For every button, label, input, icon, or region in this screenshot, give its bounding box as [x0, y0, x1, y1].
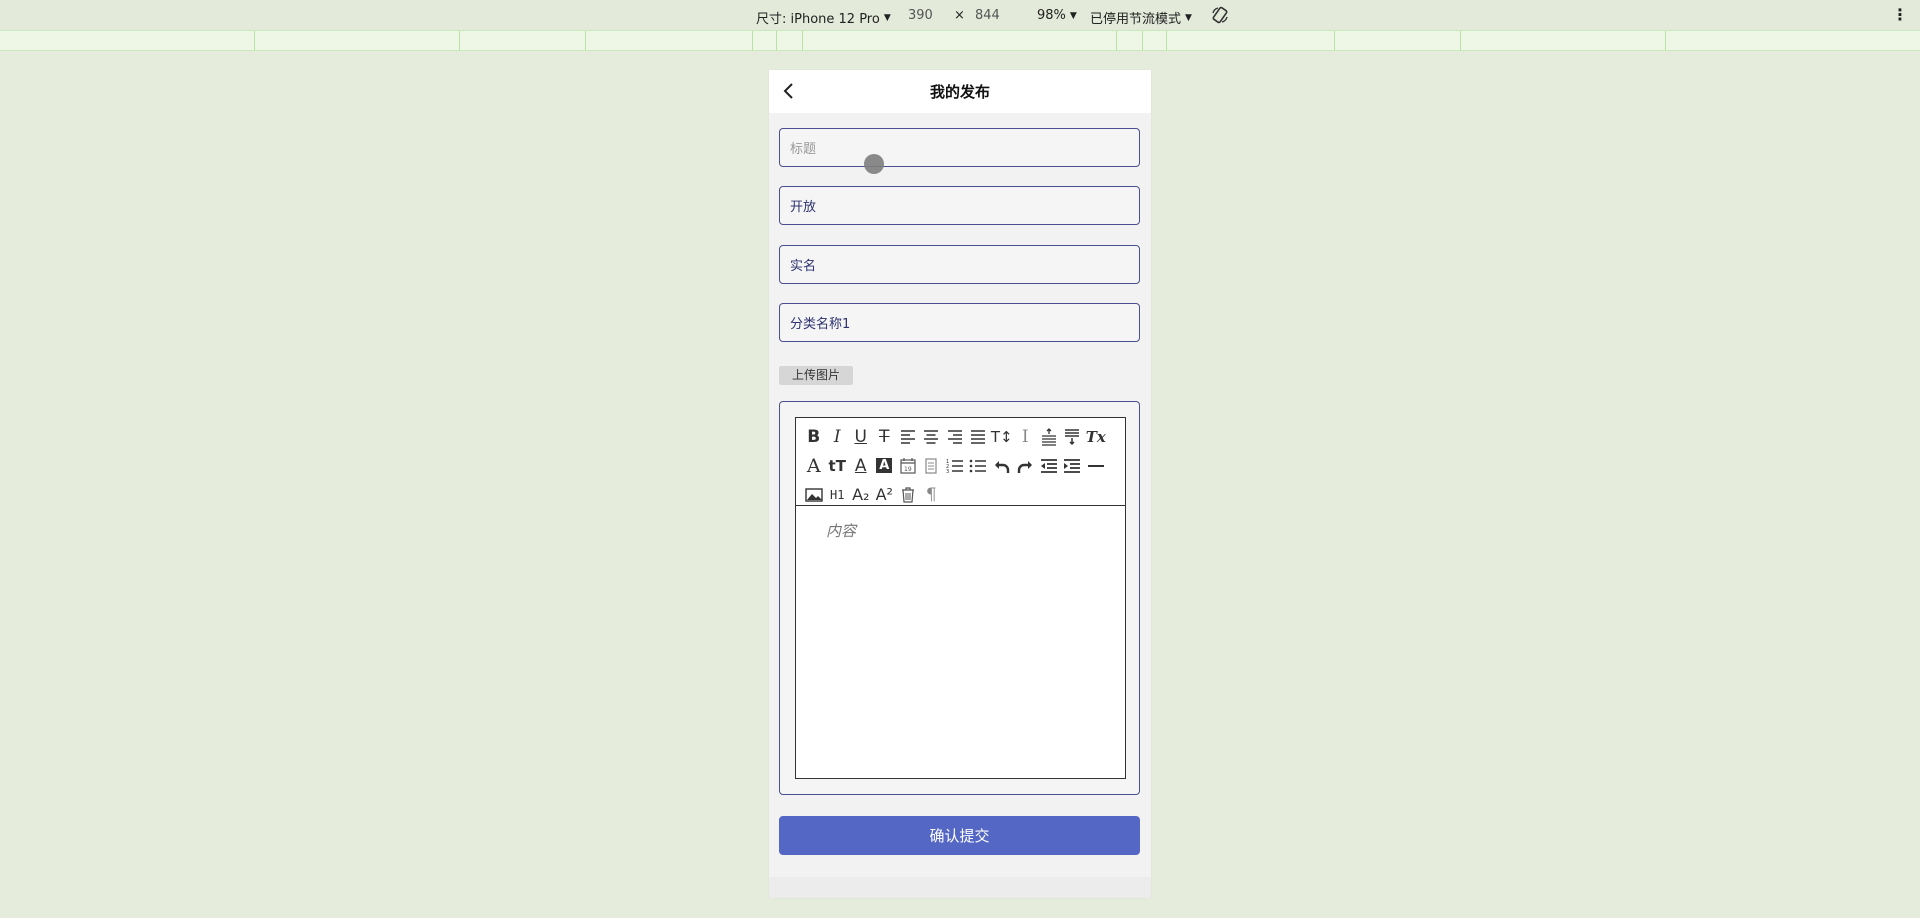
undo-icon[interactable]: [990, 451, 1014, 480]
ordered-list-icon[interactable]: 123: [943, 451, 967, 480]
ruler-tick: [1142, 31, 1143, 50]
image-icon[interactable]: [802, 480, 826, 509]
page-title: 我的发布: [929, 83, 990, 101]
bottom-spacer: [769, 877, 1151, 898]
ruler-tick: [776, 31, 777, 50]
ruler-tick: [459, 31, 460, 50]
times-text: ×: [954, 8, 965, 23]
back-arrow-icon[interactable]: [779, 81, 799, 101]
ruler-tick: [802, 31, 803, 50]
editor-toolbar: B I U T T↕ I Tx A tT A A 19 123 H1 A₂ A²…: [796, 418, 1125, 506]
strikethrough-icon[interactable]: T: [873, 422, 897, 451]
category-select[interactable]: 分类名称1: [779, 303, 1140, 342]
line-height-icon[interactable]: T↕: [990, 422, 1014, 451]
paragraph-mark-icon[interactable]: ¶: [920, 480, 944, 509]
align-center-icon[interactable]: [920, 422, 944, 451]
chevron-down-icon: ▼: [883, 12, 891, 23]
align-right-icon[interactable]: [943, 422, 967, 451]
identity-select[interactable]: 实名: [779, 245, 1140, 284]
align-left-icon[interactable]: [896, 422, 920, 451]
clear-format-icon[interactable]: Tx: [1084, 422, 1108, 451]
vertical-align-icon[interactable]: [1061, 422, 1085, 451]
width-input[interactable]: 390: [908, 8, 933, 23]
rich-text-editor: B I U T T↕ I Tx A tT A A 19 123 H1 A₂ A²…: [795, 417, 1126, 779]
device-viewport: 我的发布 标题 开放 实名 分类名称1 上传图片 B I U T T↕ I Tx…: [769, 70, 1151, 898]
device-select[interactable]: 尺寸: iPhone 12 Pro ▼: [756, 8, 891, 27]
italic-icon[interactable]: I: [826, 422, 850, 451]
underline-icon[interactable]: U: [849, 422, 873, 451]
text-indent-icon[interactable]: I: [1014, 422, 1038, 451]
more-options-icon[interactable]: ⋮: [1892, 5, 1908, 25]
content-placeholder[interactable]: 内容: [796, 506, 1125, 541]
horizontal-rule-icon[interactable]: [1084, 451, 1108, 480]
submit-button[interactable]: 确认提交: [779, 816, 1140, 855]
trash-icon[interactable]: [896, 480, 920, 509]
ruler-tick: [1665, 31, 1666, 50]
rotate-icon[interactable]: [1210, 5, 1230, 25]
superscript-icon[interactable]: A²: [873, 480, 897, 509]
times-sign: ×: [954, 8, 965, 23]
zoom-select[interactable]: 98% ▼: [1037, 8, 1077, 23]
throttle-label: 已停用节流模式: [1090, 12, 1182, 27]
ruler-tick: [585, 31, 586, 50]
unordered-list-icon[interactable]: [967, 451, 991, 480]
calendar-icon[interactable]: 19: [896, 451, 920, 480]
chevron-down-icon: ▼: [1069, 10, 1077, 21]
bold-icon[interactable]: B: [802, 422, 826, 451]
file-icon[interactable]: [920, 451, 944, 480]
font-size-icon[interactable]: tT: [826, 451, 850, 480]
ruler-tick: [254, 31, 255, 50]
paragraph-spacing-icon[interactable]: [1037, 422, 1061, 451]
svg-text:3: 3: [946, 469, 949, 475]
svg-text:19: 19: [904, 466, 912, 473]
device-toolbar: 尺寸: iPhone 12 Pro ▼ 390 × 844 98% ▼ 已停用节…: [0, 0, 1920, 30]
content-editor-wrapper: B I U T T↕ I Tx A tT A A 19 123 H1 A₂ A²…: [779, 401, 1140, 795]
device-label: 尺寸: iPhone 12 Pro: [756, 12, 880, 27]
throttle-select[interactable]: 已停用节流模式 ▼: [1090, 8, 1192, 27]
media-query-ruler: [0, 30, 1920, 51]
align-justify-icon[interactable]: [967, 422, 991, 451]
indent-icon[interactable]: [1061, 451, 1085, 480]
outdent-icon[interactable]: [1037, 451, 1061, 480]
ruler-tick: [1116, 31, 1117, 50]
redo-icon[interactable]: [1014, 451, 1038, 480]
heading-icon[interactable]: H1: [826, 480, 850, 509]
font-family-icon[interactable]: A: [802, 451, 826, 480]
subscript-icon[interactable]: A₂: [849, 480, 873, 509]
chevron-down-icon: ▼: [1185, 12, 1192, 23]
touch-cursor: [864, 154, 884, 174]
upload-image-button[interactable]: 上传图片: [779, 366, 853, 385]
ruler-tick: [1166, 31, 1167, 50]
visibility-select[interactable]: 开放: [779, 186, 1140, 225]
ruler-tick: [1334, 31, 1335, 50]
height-input[interactable]: 844: [975, 8, 1000, 23]
background-color-icon[interactable]: A: [873, 451, 897, 480]
ruler-tick: [1460, 31, 1461, 50]
width-value: 390: [908, 8, 933, 23]
nav-bar: 我的发布: [769, 70, 1151, 113]
height-value: 844: [975, 8, 1000, 23]
font-color-icon[interactable]: A: [849, 451, 873, 480]
ruler-tick: [752, 31, 753, 50]
zoom-label: 98%: [1037, 8, 1066, 23]
title-input[interactable]: 标题: [779, 128, 1140, 167]
